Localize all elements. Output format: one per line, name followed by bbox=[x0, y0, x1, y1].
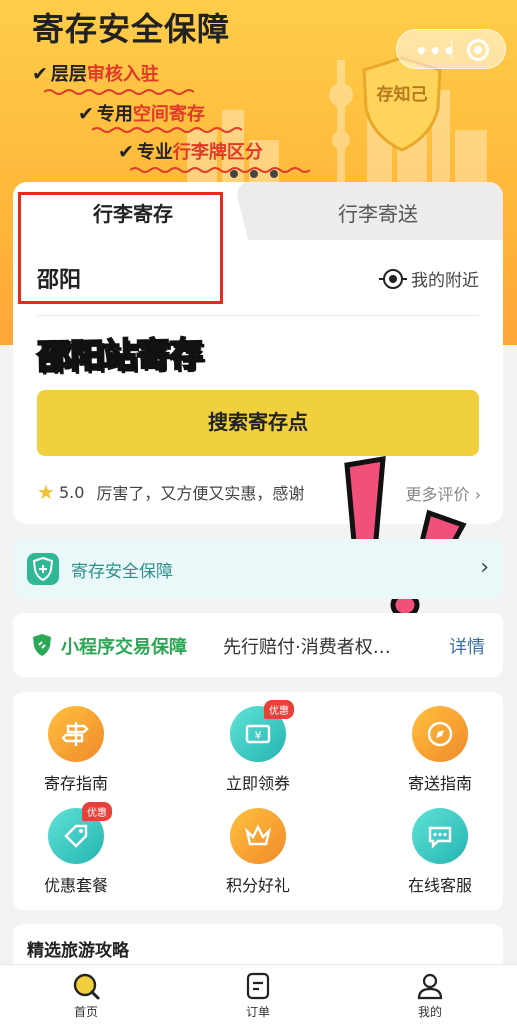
tag-icon: 优惠 bbox=[48, 802, 112, 864]
locate-icon bbox=[379, 268, 407, 289]
svg-text:¥: ¥ bbox=[255, 729, 262, 742]
wavy-underline bbox=[44, 89, 194, 95]
check-icon: ✔ bbox=[32, 63, 48, 85]
city-selector[interactable]: 邵阳 bbox=[37, 262, 81, 294]
nearby-button[interactable]: 我的附近 bbox=[379, 266, 479, 291]
shield-plus-icon bbox=[27, 553, 59, 585]
search-home-icon bbox=[73, 973, 100, 1000]
shield-text: 存知己 bbox=[376, 85, 428, 105]
tab-luggage-delivery[interactable]: 行李寄送 bbox=[338, 198, 418, 227]
promo-badge: 优惠 bbox=[264, 700, 294, 719]
review-summary: ★ 5.0 厉害了，又方便又实惠，感谢 bbox=[37, 480, 304, 504]
chat-icon bbox=[412, 808, 468, 864]
divider bbox=[37, 315, 479, 316]
service-storage-guide[interactable]: 寄存指南 bbox=[16, 706, 136, 794]
promo-badge: 优惠 bbox=[82, 802, 112, 821]
services-grid: 寄存指南 ¥ 优惠 立即领券 寄送指南 优惠 优惠套餐 积分好礼 在线客服 bbox=[13, 692, 503, 910]
service-get-coupon[interactable]: ¥ 优惠 立即领券 bbox=[198, 700, 318, 794]
green-shield-icon bbox=[33, 634, 51, 656]
user-icon bbox=[417, 973, 443, 1000]
check-icon: ✔ bbox=[118, 141, 134, 163]
section-title: 精选旅游攻略 bbox=[27, 941, 129, 961]
service-delivery-guide[interactable]: 寄送指南 bbox=[380, 706, 500, 794]
signpost-icon bbox=[48, 706, 104, 762]
tab-home[interactable]: 首页 bbox=[56, 971, 116, 1020]
search-button[interactable]: 搜索寄存点 bbox=[37, 390, 479, 456]
miniprogram-capsule: ••• bbox=[396, 29, 506, 69]
trade-guarantee-desc: 先行赔付·消费者权… bbox=[223, 637, 391, 658]
coupon-icon: ¥ 优惠 bbox=[230, 700, 294, 762]
station-title: 邵阳站寄存 bbox=[36, 334, 204, 379]
wavy-underline bbox=[92, 127, 242, 133]
trade-guarantee-bar[interactable]: 小程序交易保障 先行赔付·消费者权… 详情 bbox=[13, 613, 503, 677]
check-icon: ✔ bbox=[78, 103, 94, 125]
trade-detail-link[interactable]: 详情 bbox=[449, 633, 485, 659]
chevron-right-icon: › bbox=[480, 555, 489, 580]
tab-orders[interactable]: 订单 bbox=[228, 971, 288, 1020]
star-icon: ★ bbox=[37, 480, 55, 504]
bottom-tab-bar: 首页 订单 我的 bbox=[0, 964, 517, 1024]
compass-icon bbox=[412, 706, 468, 762]
safety-label: 寄存安全保障 bbox=[71, 562, 173, 582]
capsule-divider bbox=[451, 40, 452, 60]
review-score: 5.0 bbox=[58, 482, 85, 502]
nearby-label: 我的附近 bbox=[411, 271, 479, 291]
banner-bullet: ✔ 专用空间寄存 bbox=[78, 103, 205, 125]
service-online-support[interactable]: 在线客服 bbox=[380, 808, 500, 896]
target-circle-icon[interactable] bbox=[467, 39, 489, 61]
order-icon bbox=[246, 972, 270, 1000]
carousel-indicator bbox=[230, 163, 290, 182]
service-discount-package[interactable]: 优惠 优惠套餐 bbox=[16, 802, 136, 896]
banner-title: 寄存安全保障 bbox=[32, 10, 231, 48]
service-points-gift[interactable]: 积分好礼 bbox=[198, 808, 318, 896]
banner-bullet: ✔ 专业行李牌区分 bbox=[118, 141, 263, 163]
safety-guarantee-bar[interactable]: 寄存安全保障 › bbox=[13, 539, 503, 599]
review-text: 厉害了，又方便又实惠，感谢 bbox=[96, 484, 305, 503]
trade-guarantee-name: 小程序交易保障 bbox=[61, 637, 187, 658]
banner-bullet: ✔ 层层审核入驻 bbox=[32, 63, 159, 85]
tab-mine[interactable]: 我的 bbox=[400, 971, 460, 1020]
crown-icon bbox=[230, 808, 286, 864]
